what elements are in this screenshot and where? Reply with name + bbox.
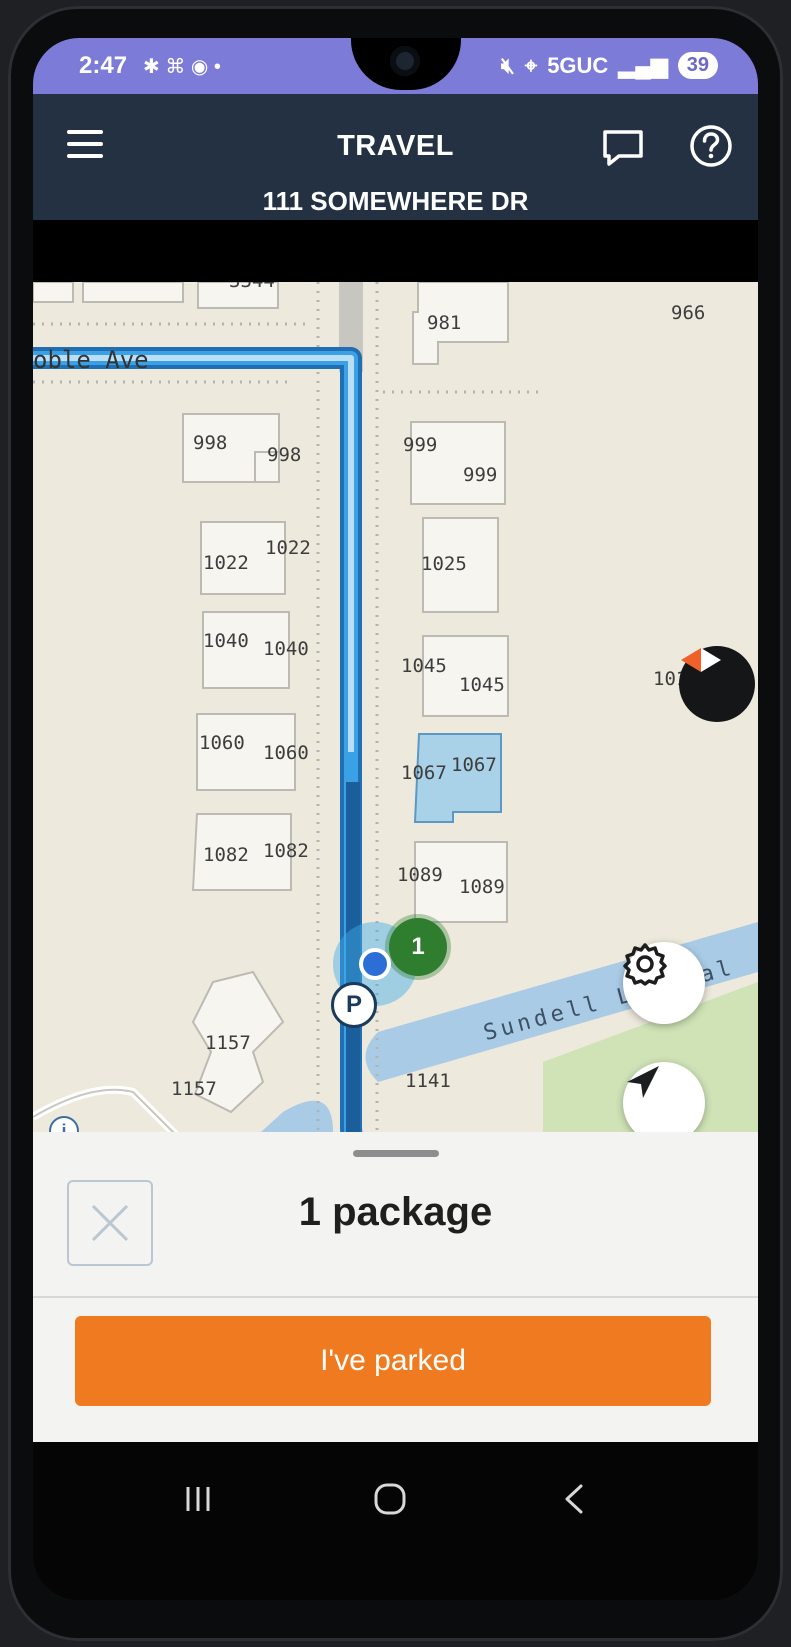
map-canvas bbox=[33, 282, 758, 1162]
stop-address: 111 SOMEWHERE DR bbox=[262, 186, 529, 216]
house-number: 1141 bbox=[405, 1070, 451, 1092]
house-number: 1082 bbox=[263, 840, 309, 862]
house-number: 1040 bbox=[203, 630, 249, 652]
camera-notch bbox=[351, 38, 461, 90]
house-number: 1060 bbox=[199, 732, 245, 754]
back-icon[interactable] bbox=[559, 1482, 589, 1516]
house-number: 1157 bbox=[171, 1078, 217, 1100]
house-number: 998 bbox=[267, 444, 302, 466]
home-icon[interactable] bbox=[373, 1482, 407, 1516]
house-number: 981 bbox=[427, 312, 462, 334]
help-icon[interactable] bbox=[689, 124, 733, 168]
house-number: 998 bbox=[193, 432, 228, 454]
ive-parked-button[interactable]: I've parked bbox=[75, 1316, 711, 1406]
house-number: 1157 bbox=[205, 1032, 251, 1054]
house-number: 1045 bbox=[401, 655, 447, 677]
header-spacer bbox=[33, 220, 758, 282]
battery-badge: 39 bbox=[677, 52, 718, 79]
status-notification-icons: ✱ ⌘ ◉ • bbox=[143, 56, 221, 78]
navigation-arrow-icon bbox=[627, 1066, 659, 1098]
house-number: 1060 bbox=[263, 742, 309, 764]
street-label: oble Ave bbox=[33, 346, 149, 374]
house-number: 1082 bbox=[203, 844, 249, 866]
parking-marker[interactable]: P bbox=[331, 982, 377, 1028]
house-number: 1040 bbox=[263, 638, 309, 660]
signal-icon: ▂▄▆ bbox=[618, 52, 668, 78]
current-location-dot bbox=[359, 948, 391, 980]
gear-icon bbox=[623, 943, 667, 986]
system-nav-bar bbox=[33, 1442, 758, 1600]
house-number: 3344 bbox=[229, 282, 275, 292]
app-header: TRAVEL 111 SOMEWHERE DR bbox=[33, 94, 758, 220]
mute-icon: 🔇︎ bbox=[500, 52, 515, 78]
package-count: 1 package bbox=[298, 1190, 493, 1234]
status-time: 2:47 bbox=[79, 52, 128, 79]
settings-button[interactable] bbox=[623, 942, 705, 1024]
phone-screen: 2:47 ✱ ⌘ ◉ • 🔇︎ ⌖ 5GUC ▂▄▆ 39 TRAVEL 111… bbox=[33, 38, 758, 1600]
house-number: 1025 bbox=[421, 553, 467, 575]
network-label: 5GUC bbox=[547, 52, 609, 78]
house-number: 1067 bbox=[451, 754, 497, 776]
map-view[interactable]: 3344 981 966 998 998 999 999 1022 1022 1… bbox=[33, 282, 758, 1162]
buildings bbox=[33, 282, 509, 1114]
house-number: 1022 bbox=[203, 552, 249, 574]
page-title: TRAVEL bbox=[337, 130, 454, 162]
house-number: 1067 bbox=[401, 762, 447, 784]
bottom-sheet: 1 package I've parked bbox=[33, 1132, 758, 1442]
house-number: 999 bbox=[463, 464, 498, 486]
sheet-divider bbox=[33, 1296, 758, 1298]
house-number: 1089 bbox=[397, 864, 443, 886]
camera-icon bbox=[390, 46, 420, 76]
sheet-drag-handle[interactable] bbox=[353, 1150, 439, 1157]
status-right-group: 🔇︎ ⌖ 5GUC ▂▄▆ 39 bbox=[501, 52, 718, 79]
status-bar: 2:47 ✱ ⌘ ◉ • 🔇︎ ⌖ 5GUC ▂▄▆ 39 bbox=[33, 38, 758, 94]
house-number: 966 bbox=[671, 302, 706, 324]
house-number: 1045 bbox=[459, 674, 505, 696]
chat-icon[interactable] bbox=[601, 128, 645, 168]
house-number: 1089 bbox=[459, 876, 505, 898]
recent-apps-icon[interactable] bbox=[183, 1484, 213, 1514]
compass-icon bbox=[681, 648, 721, 672]
location-icon: ⌖ bbox=[524, 52, 538, 78]
house-number: 1022 bbox=[265, 537, 311, 559]
house-number: 999 bbox=[403, 434, 438, 456]
compass-button[interactable] bbox=[679, 646, 755, 722]
stop-marker[interactable]: 1 bbox=[389, 918, 447, 976]
